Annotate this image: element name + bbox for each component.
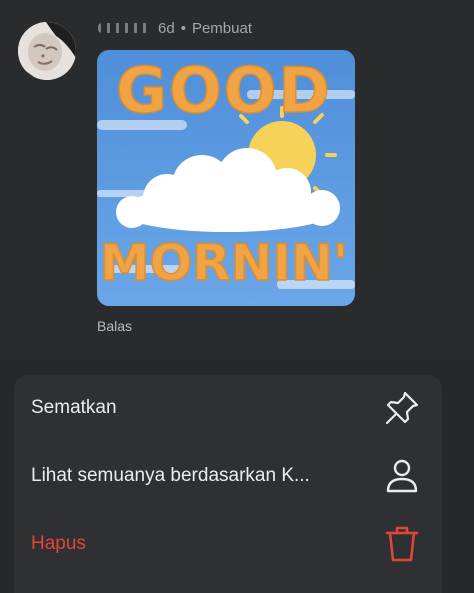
author-name[interactable] xyxy=(98,23,152,33)
menu-item-view-all[interactable]: Lihat semuanya berdasarkan K... xyxy=(14,443,442,509)
comment-meta: 6d • Pembuat xyxy=(98,18,252,38)
sticker-image[interactable]: GOOD MORNIN' xyxy=(97,50,355,306)
trash-icon xyxy=(382,524,422,564)
creator-badge: Pembuat xyxy=(191,19,252,37)
pin-icon xyxy=(382,388,422,428)
comment-time: 6d xyxy=(158,19,175,37)
avatar[interactable] xyxy=(18,22,76,80)
sticker-text-top: GOOD xyxy=(116,54,332,127)
menu-item-label: Sematkan xyxy=(31,397,117,418)
menu-item-pin[interactable]: Sematkan xyxy=(14,375,442,441)
menu-item-label: Hapus xyxy=(31,533,86,554)
action-sheet: Sematkan Lihat semuanya berdasarkan K...… xyxy=(14,375,442,593)
menu-item-delete[interactable]: Hapus xyxy=(14,511,442,577)
comment: 6d • Pembuat GOOD MORNIN' Balas xyxy=(0,0,474,360)
meta-separator: • xyxy=(180,19,186,37)
sticker-text-bottom: MORNIN' xyxy=(100,234,348,292)
person-icon xyxy=(382,456,422,496)
reply-link[interactable]: Balas xyxy=(97,318,132,334)
menu-item-label: Lihat semuanya berdasarkan K... xyxy=(31,465,310,486)
